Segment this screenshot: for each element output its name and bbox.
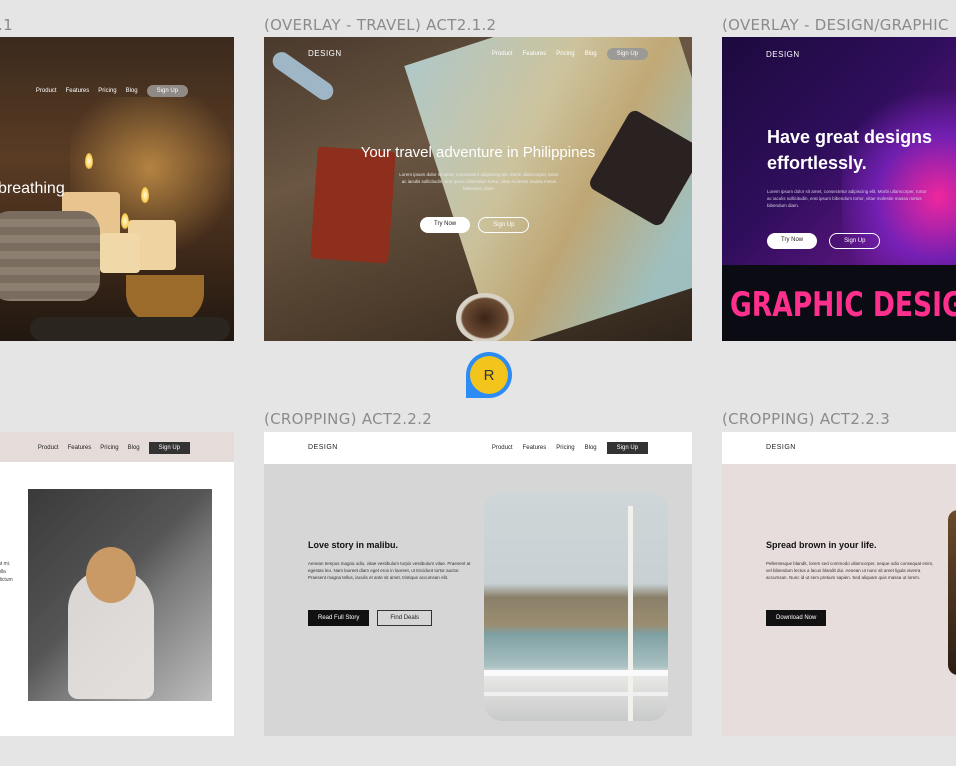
frame-label-1: .1 xyxy=(0,16,13,34)
signup-button[interactable]: Sign Up xyxy=(148,442,190,454)
child-photo xyxy=(28,489,212,701)
frame-child[interactable]: Product Features Pricing Blog Sign Up nt… xyxy=(0,432,234,736)
coffee-cup xyxy=(456,293,514,341)
coffee-photo xyxy=(948,510,956,675)
flame xyxy=(141,187,149,203)
frame-label-3: (OVERLAY - DESIGN/GRAPHIC xyxy=(722,16,949,34)
banner-text: GRAPHIC DESIGN xyxy=(730,285,956,325)
nav-link-blog[interactable]: Blog xyxy=(128,445,140,451)
frame-malibu[interactable]: DESIGN Product Features Pricing Blog Sig… xyxy=(264,432,692,736)
frame-design[interactable]: DESIGN Have great designs effortlessly. … xyxy=(722,37,956,341)
nav-link-product[interactable]: Product xyxy=(36,88,57,94)
collaborator-avatar[interactable]: R xyxy=(466,352,512,398)
hero-text: breathing xyxy=(0,180,65,197)
text-fragment: nt mi. xyxy=(0,561,11,567)
flame xyxy=(85,153,93,169)
signup-button[interactable]: Sign Up xyxy=(146,85,188,97)
frame-spa[interactable]: Product Features Pricing Blog Sign Up br… xyxy=(0,37,234,341)
signup-button[interactable]: Sign Up xyxy=(606,48,648,60)
avatar-initial: R xyxy=(470,356,508,394)
flame xyxy=(121,213,129,229)
hero-title-line2: effortlessly. xyxy=(767,153,867,173)
find-deals-button[interactable]: Find Deals xyxy=(377,610,433,626)
railing xyxy=(484,670,668,676)
hero-body: Lorem ipsum dolor sit amet, consectetur … xyxy=(399,172,559,191)
nav-link-product[interactable]: Product xyxy=(492,51,513,57)
frame-label-2: (OVERLAY - TRAVEL) ACT2.1.2 xyxy=(264,16,497,34)
brown-body: Pellentesque blandit, lorem sed commodo … xyxy=(766,561,934,581)
brown-nav: DESIGN xyxy=(722,432,956,464)
nav-link-blog[interactable]: Blog xyxy=(585,445,597,451)
body-fragments: nt mi. ulla dictum xyxy=(0,560,13,584)
text-fragment: dictum xyxy=(0,577,13,583)
nav-link-pricing[interactable]: Pricing xyxy=(556,51,574,57)
child-head xyxy=(86,547,136,603)
frame-label-6: (CROPPING) ACT2.2.3 xyxy=(722,410,891,428)
hero-title-line1: Have great designs xyxy=(767,127,933,147)
malibu-nav: DESIGN Product Features Pricing Blog Sig… xyxy=(264,432,692,464)
story-body: Aenean tempus magna odio, vitae vestibul… xyxy=(308,561,471,581)
nav-link-pricing[interactable]: Pricing xyxy=(100,445,118,451)
nav-link-pricing[interactable]: Pricing xyxy=(556,445,574,451)
beach-photo xyxy=(484,492,668,721)
try-now-button[interactable]: Try Now xyxy=(420,217,471,233)
nav-link-product[interactable]: Product xyxy=(38,445,59,451)
logo[interactable]: DESIGN xyxy=(766,50,800,59)
lamp-post xyxy=(628,506,633,721)
nav-link-features[interactable]: Features xyxy=(66,88,90,94)
signup-outline-button[interactable]: Sign Up xyxy=(829,233,881,249)
try-now-button[interactable]: Try Now xyxy=(767,233,818,249)
spa-stones xyxy=(30,317,230,341)
frame-travel[interactable]: DESIGN Product Features Pricing Blog Sig… xyxy=(264,37,692,341)
frame-brown[interactable]: DESIGN Spread brown in your life. Pellen… xyxy=(722,432,956,736)
hero-title: Your travel adventure in Philippines xyxy=(360,144,596,161)
frame-label-5: (CROPPING) ACT2.2.2 xyxy=(264,410,433,428)
travel-nav: DESIGN Product Features Pricing Blog Sig… xyxy=(264,37,692,71)
download-button[interactable]: Download Now xyxy=(766,610,827,626)
nav-link-blog[interactable]: Blog xyxy=(126,88,138,94)
read-story-button[interactable]: Read Full Story xyxy=(308,610,370,626)
railing xyxy=(484,692,668,696)
story-title: Love story in malibu. xyxy=(308,540,399,550)
nav-link-features[interactable]: Features xyxy=(523,445,547,451)
child-nav: Product Features Pricing Blog Sign Up xyxy=(0,432,234,462)
nav-link-pricing[interactable]: Pricing xyxy=(98,88,116,94)
text-fragment: ulla xyxy=(0,569,6,575)
candle xyxy=(100,233,140,273)
brown-title: Spread brown in your life. xyxy=(766,540,877,550)
logo[interactable]: DESIGN xyxy=(308,49,342,58)
signup-outline-button[interactable]: Sign Up xyxy=(478,217,530,233)
logo[interactable]: DESIGN xyxy=(766,444,796,451)
spa-nav: Product Features Pricing Blog Sign Up xyxy=(36,85,188,97)
banner-strip: GRAPHIC DESIGN xyxy=(722,265,956,341)
nav-link-features[interactable]: Features xyxy=(68,445,92,451)
logo[interactable]: DESIGN xyxy=(308,444,338,451)
hero-body: Lorem ipsum dolor sit amet, consectetur … xyxy=(767,189,927,208)
salt-bowl xyxy=(126,275,204,323)
nav-link-product[interactable]: Product xyxy=(492,445,513,451)
nav-link-blog[interactable]: Blog xyxy=(585,51,597,57)
nav-link-features[interactable]: Features xyxy=(523,51,547,57)
towel-stack xyxy=(0,211,100,301)
signup-button[interactable]: Sign Up xyxy=(606,442,648,454)
passport-image xyxy=(310,146,396,264)
